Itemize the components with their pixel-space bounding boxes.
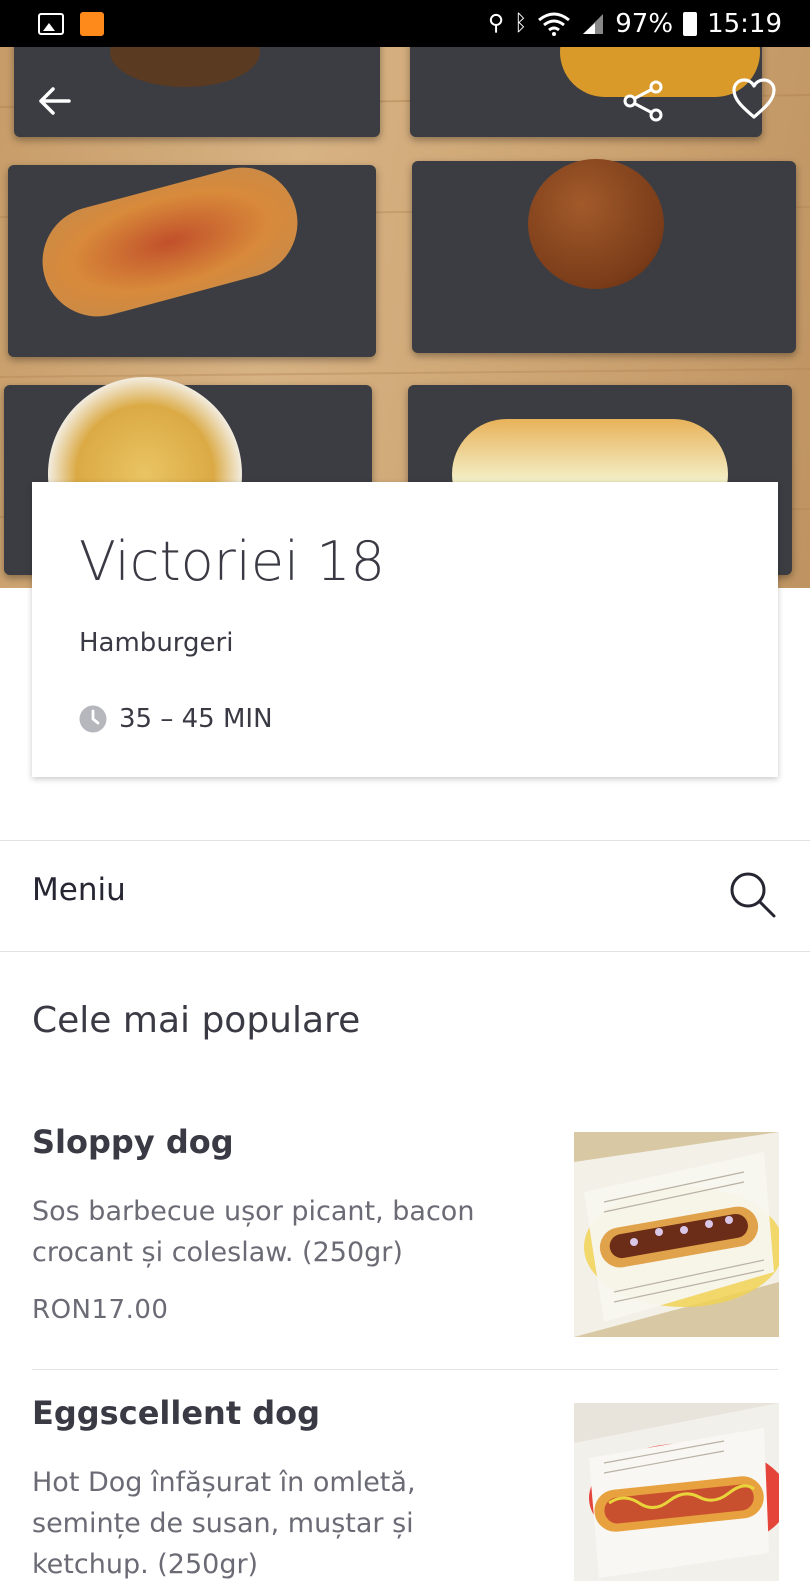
item-price: RON17.00 [32,1295,169,1325]
gallery-notification-icon [38,12,64,35]
item-description: Hot Dog înfășurat în omletă, semințe de … [32,1467,416,1580]
item-photo [574,1132,779,1337]
back-button[interactable] [26,73,82,129]
hotdog-photo [574,1403,779,1581]
share-button[interactable] [616,73,672,129]
signal-icon [583,13,604,34]
clock-icon [79,705,107,733]
cuisine-label: Hamburgeri [79,628,234,658]
restaurant-info-card: Victoriei 18 Hamburgeri 35 – 45 MIN [32,482,778,777]
bluetooth-icon: ᛒ [514,11,528,36]
search-button[interactable] [728,870,778,920]
system-status: ⚲ ᛒ 97% 15:19 [488,9,782,39]
menu-label: Meniu [32,872,126,908]
wifi-icon [538,12,571,36]
heart-outline-icon [732,78,776,119]
item-name: Eggscellent dog [32,1394,321,1432]
item-name: Sloppy dog [32,1123,234,1161]
app-notification-icon [80,11,104,36]
battery-icon [683,11,698,36]
arrow-left-icon [39,87,71,115]
share-icon [623,80,663,122]
notification-icons [38,11,104,36]
battery-percent: 97% [615,8,674,39]
delivery-time: 35 – 45 MIN [79,704,273,734]
menu-item[interactable]: Eggscellent dog Hot Dog înfășurat în oml… [32,1394,779,1581]
restaurant-name: Victoriei 18 [79,530,385,593]
delivery-time-text: 35 – 45 MIN [119,704,273,734]
divider [0,951,810,952]
pulled-pork-burger [528,159,664,289]
section-title: Cele mai populare [32,1000,361,1041]
favorite-button[interactable] [726,71,782,127]
divider [0,840,810,841]
status-bar: ⚲ ᛒ 97% 15:19 [0,0,810,47]
clock: 15:19 [707,8,782,39]
menu-item[interactable]: Sloppy dog Sos barbecue ușor picant, bac… [32,1123,779,1368]
divider [32,1369,778,1370]
item-description: Sos barbecue ușor picant, bacon crocant … [32,1196,475,1268]
location-icon: ⚲ [487,11,505,36]
search-icon [730,872,776,918]
item-photo [574,1403,779,1581]
menu-header: Meniu [0,842,810,952]
hotdog-photo [574,1132,779,1337]
